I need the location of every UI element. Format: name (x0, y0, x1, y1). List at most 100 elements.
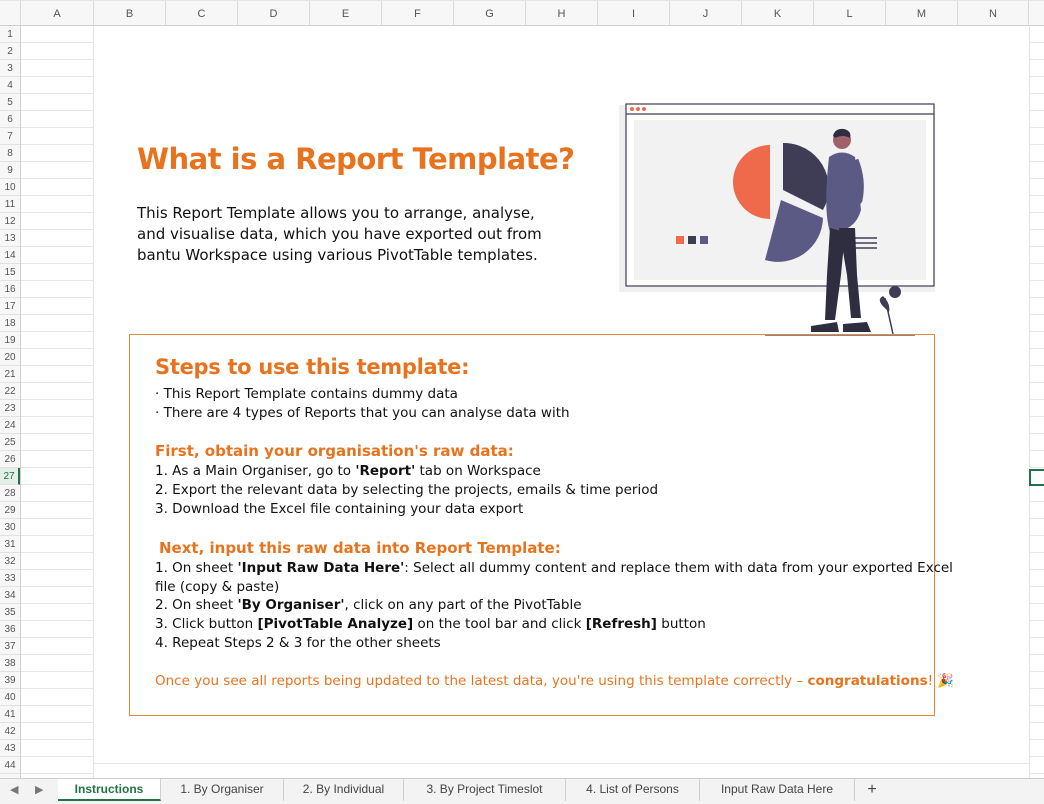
row-header[interactable]: 19 (0, 332, 20, 349)
row-header[interactable]: 14 (0, 247, 20, 264)
gridline (1030, 416, 1044, 417)
gridline (21, 620, 94, 621)
column-header-f[interactable]: F (382, 1, 454, 26)
gridline (1030, 450, 1044, 451)
gridline (1030, 178, 1044, 179)
row-header[interactable]: 16 (0, 281, 20, 298)
column-header-d[interactable]: D (238, 1, 310, 26)
gridline (21, 433, 94, 434)
next-step-1: 1. On sheet 'Input Raw Data Here': Selec… (155, 560, 953, 576)
column-header-e[interactable]: E (310, 1, 382, 26)
row-header[interactable]: 29 (0, 502, 20, 519)
gridline (21, 93, 94, 94)
gridline (1030, 552, 1044, 553)
column-header-j[interactable]: J (670, 1, 742, 26)
row-header[interactable]: 7 (0, 128, 20, 145)
row-header[interactable]: 12 (0, 213, 20, 230)
gridline (21, 263, 94, 264)
tab-list-of-persons[interactable]: 4. List of Persons (566, 779, 700, 801)
gridline (1030, 297, 1044, 298)
row-header[interactable]: 11 (0, 196, 20, 213)
column-header-a[interactable]: A (21, 1, 94, 26)
column-header-l[interactable]: L (814, 1, 886, 26)
select-all-corner[interactable] (0, 1, 21, 26)
add-sheet-icon[interactable]: + (857, 779, 887, 801)
row-header[interactable]: 35 (0, 604, 20, 621)
row-header[interactable]: 20 (0, 349, 20, 366)
column-header-h[interactable]: H (526, 1, 598, 26)
row-header[interactable]: 3 (0, 60, 20, 77)
active-cell-indicator[interactable] (1029, 469, 1044, 486)
row-header[interactable]: 15 (0, 264, 20, 281)
tab-input-raw-data[interactable]: Input Raw Data Here (700, 779, 855, 801)
row-header[interactable]: 25 (0, 434, 20, 451)
row-header[interactable]: 10 (0, 179, 20, 196)
intro-paragraph: This Report Template allows you to arran… (137, 203, 547, 266)
row-header[interactable]: 8 (0, 145, 20, 162)
row-header[interactable]: 26 (0, 451, 20, 468)
report-illustration (619, 103, 935, 336)
row-header[interactable]: 27 (0, 468, 20, 485)
row-header[interactable]: 40 (0, 689, 20, 706)
gridline (21, 59, 94, 60)
tab-instructions[interactable]: Instructions (58, 779, 161, 801)
row-header[interactable]: 28 (0, 485, 20, 502)
row-header[interactable]: 18 (0, 315, 20, 332)
row-header[interactable]: 31 (0, 536, 20, 553)
gridline (1030, 654, 1044, 655)
row-header[interactable]: 44 (0, 757, 20, 774)
steps-title: Steps to use this template: (155, 355, 470, 379)
tab-by-individual[interactable]: 2. By Individual (284, 779, 404, 801)
window-dot-icon (636, 107, 640, 111)
column-header-b[interactable]: B (94, 1, 166, 26)
row-header[interactable]: 6 (0, 111, 20, 128)
row-header[interactable]: 32 (0, 553, 20, 570)
column-header-i[interactable]: I (598, 1, 670, 26)
chevron-left-icon[interactable]: ◀ (10, 783, 18, 796)
row-header[interactable]: 36 (0, 621, 20, 638)
step-bold-text: 'By Organiser' (237, 597, 345, 613)
row-header[interactable]: 43 (0, 740, 20, 757)
gridline (1030, 382, 1044, 383)
gridline (21, 416, 94, 417)
chevron-right-icon[interactable]: ▶ (35, 783, 43, 796)
row-header[interactable]: 21 (0, 366, 20, 383)
column-header-next[interactable] (1029, 1, 1044, 26)
legend-square-icon (688, 236, 696, 244)
row-header[interactable]: 41 (0, 706, 20, 723)
step-text: 1. On sheet (155, 560, 238, 576)
step-text: 1. As a Main Organiser, go to (155, 463, 356, 479)
gridline (1030, 586, 1044, 587)
intro-line: and visualise data, which you have expor… (137, 225, 542, 243)
gridline (21, 195, 94, 196)
step-bold-text: 'Input Raw Data Here' (237, 560, 405, 576)
row-header[interactable]: 33 (0, 570, 20, 587)
gridline (21, 773, 94, 774)
row-header[interactable]: 34 (0, 587, 20, 604)
row-header[interactable]: 2 (0, 43, 20, 60)
column-header-n[interactable]: N (958, 1, 1029, 26)
gridline (1030, 467, 1044, 468)
tab-by-organiser[interactable]: 1. By Organiser (161, 779, 284, 801)
row-header[interactable]: 9 (0, 162, 20, 179)
row-header[interactable]: 37 (0, 638, 20, 655)
row-header[interactable]: 42 (0, 723, 20, 740)
row-header[interactable]: 13 (0, 230, 20, 247)
column-header-k[interactable]: K (742, 1, 814, 26)
row-header[interactable]: 30 (0, 519, 20, 536)
tab-by-project-timeslot[interactable]: 3. By Project Timeslot (404, 779, 566, 801)
column-o-gridlines (1029, 26, 1044, 778)
row-header[interactable]: 1 (0, 26, 20, 43)
column-header-c[interactable]: C (166, 1, 238, 26)
column-header-g[interactable]: G (454, 1, 526, 26)
gridline (1030, 314, 1044, 315)
row-header[interactable]: 39 (0, 672, 20, 689)
row-header[interactable]: 23 (0, 400, 20, 417)
row-header[interactable]: 22 (0, 383, 20, 400)
row-header[interactable]: 17 (0, 298, 20, 315)
row-header[interactable]: 5 (0, 94, 20, 111)
row-header[interactable]: 38 (0, 655, 20, 672)
row-header[interactable]: 24 (0, 417, 20, 434)
row-header[interactable]: 4 (0, 77, 20, 94)
column-header-m[interactable]: M (886, 1, 958, 26)
